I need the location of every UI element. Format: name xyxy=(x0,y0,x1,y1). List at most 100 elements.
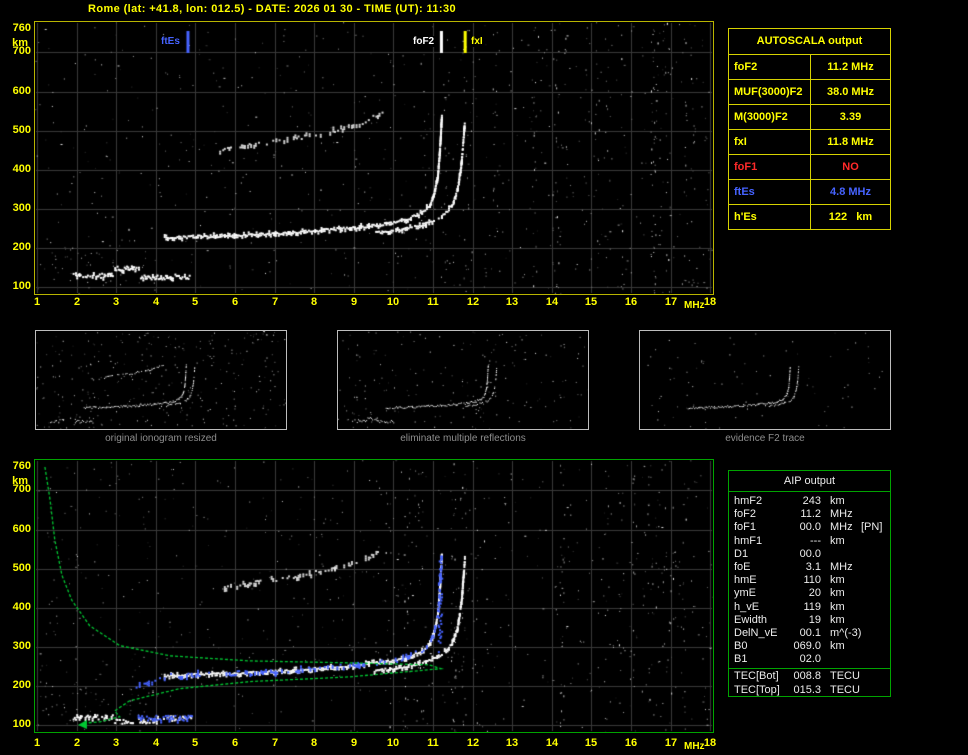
thumbnail-canvas xyxy=(36,331,286,429)
y-tick-label: 100 xyxy=(12,280,31,292)
aip-param-unit: MHz xyxy=(830,560,853,573)
y-tick-label: 600 xyxy=(12,523,31,535)
x-tick-label: 18 xyxy=(703,737,717,749)
aip-param-value: 3.1 xyxy=(805,560,821,573)
param-value: 11.2 MHz xyxy=(827,61,874,73)
thumbnail-canvas xyxy=(338,331,588,429)
thumbnail-canvas xyxy=(640,331,890,429)
thumbnail-caption: evidence F2 trace xyxy=(725,433,805,444)
aip-param-extra xyxy=(861,640,890,653)
param-label: ftEs xyxy=(729,180,811,204)
aip-panel-title: AIP output xyxy=(729,471,890,492)
aip-param-unit: km xyxy=(830,600,845,613)
aip-param-value: 00.0 xyxy=(799,521,821,534)
aip-param-label: hmF1 xyxy=(734,534,763,547)
param-value: 122 km xyxy=(828,211,873,223)
aip-row-tec-top: TEC[Top] 015.3 TECU xyxy=(729,684,890,697)
aip-row-b1: B1 02.0 xyxy=(729,653,890,666)
x-tick-label: 12 xyxy=(466,296,480,308)
x-tick-label: 11 xyxy=(427,296,439,308)
y-tick-label: 700 xyxy=(12,45,31,57)
aip-param-label: TEC[Bot] xyxy=(734,670,779,683)
x-tick-label: 12 xyxy=(466,737,480,749)
param-value: NO xyxy=(842,161,859,173)
y-tick-label: 300 xyxy=(12,202,31,214)
aip-parameter-list: hmF2 243 km foF2 11.2 MHz foF1 00.0 MHz [PN] hm… xyxy=(729,492,890,666)
aip-param-extra xyxy=(861,653,890,666)
x-tick-label: 7 xyxy=(271,296,279,308)
aip-row-d1: D1 00.0 xyxy=(729,548,890,561)
aip-param-unit xyxy=(821,653,861,666)
param-label: foF2 xyxy=(729,55,811,79)
aip-row-ewidth: Ewidth 19 km xyxy=(729,614,890,627)
x-tick-label: 14 xyxy=(545,737,559,749)
aip-param-label: Ewidth xyxy=(734,613,768,626)
aip-param-unit: km xyxy=(830,587,845,600)
aip-row-hme: hmE 110 km xyxy=(729,574,890,587)
aip-param-label: hmE xyxy=(734,574,757,587)
aip-param-unit: m^(-3) xyxy=(830,626,862,639)
aip-param-extra xyxy=(861,614,890,627)
param-label: foF1 xyxy=(729,155,811,179)
autoscala-row-hes: h'Es 122 km xyxy=(729,204,890,229)
x-tick-label: 16 xyxy=(624,737,638,749)
aip-param-value: 119 xyxy=(803,600,821,613)
aip-param-unit: TECU xyxy=(830,683,860,696)
bottom-restored-ionogram-plot xyxy=(34,459,714,733)
aip-param-extra xyxy=(861,601,890,614)
aip-param-label: B0 xyxy=(734,640,748,653)
aip-param-value: 11.2 xyxy=(800,508,821,521)
autoscala-row-fof2: foF2 11.2 MHz xyxy=(729,54,890,79)
autoscala-app-window: Rome (lat: +41.8, lon: 012.5) - DATE: 20… xyxy=(0,0,968,755)
aip-param-unit xyxy=(821,548,861,561)
aip-param-value: 02.0 xyxy=(799,653,821,666)
aip-param-extra xyxy=(861,587,890,600)
x-tick-label: 18 xyxy=(703,296,717,308)
autoscala-output-panel: AUTOSCALA output foF2 11.2 MHz MUF(3000)… xyxy=(728,28,891,230)
thumbnail-caption: original ionogram resized xyxy=(105,433,217,444)
aip-param-unit: TECU xyxy=(830,670,860,683)
aip-param-extra xyxy=(861,495,890,508)
aip-output-panel: AIP output hmF2 243 km foF2 11.2 MHz foF1 00.… xyxy=(728,470,891,697)
aip-param-extra xyxy=(861,535,890,548)
y-tick-label: 500 xyxy=(12,562,31,574)
aip-param-value: 008.8 xyxy=(793,670,821,683)
aip-param-value: 015.3 xyxy=(793,683,821,696)
x-tick-label: 3 xyxy=(112,737,120,749)
x-tick-label: 15 xyxy=(584,296,598,308)
aip-row-foe: foE 3.1 MHz xyxy=(729,561,890,574)
y-tick-label: 760 xyxy=(12,460,31,472)
y-tick-label: 200 xyxy=(12,241,31,253)
thumbnail-original-ionogram xyxy=(35,330,287,430)
aip-param-extra xyxy=(861,561,890,574)
x-tick-label: 6 xyxy=(231,296,239,308)
autoscala-panel-title: AUTOSCALA output xyxy=(756,35,863,47)
aip-row-fof1: foF1 00.0 MHz [PN] xyxy=(729,521,890,534)
x-tick-label: 1 xyxy=(33,737,41,749)
ftes-marker-label: ftEs xyxy=(160,36,181,47)
y-tick-label: 600 xyxy=(12,85,31,97)
aip-param-label: foF2 xyxy=(734,508,757,521)
fxi-marker-label: fxI xyxy=(470,36,484,47)
aip-param-value: 00.0 xyxy=(799,547,821,560)
aip-param-value: 19 xyxy=(808,613,821,626)
x-tick-label: 17 xyxy=(664,737,678,749)
x-tick-label: 11 xyxy=(427,737,439,749)
param-value: 4.8 MHz xyxy=(830,186,871,198)
x-tick-label: 6 xyxy=(231,737,239,749)
x-tick-label: 16 xyxy=(624,296,638,308)
param-label: MUF(3000)F2 xyxy=(729,80,811,104)
y-tick-label: 500 xyxy=(12,124,31,136)
x-tick-label: 9 xyxy=(350,737,358,749)
param-value: 11.8 MHz xyxy=(827,136,874,148)
aip-row-tec-bot: TEC[Bot] 008.8 TECU xyxy=(729,670,890,683)
x-tick-label: 10 xyxy=(386,296,400,308)
y-tick-label: 100 xyxy=(12,718,31,730)
x-tick-label: 15 xyxy=(584,737,598,749)
y-tick-label: 400 xyxy=(12,601,31,613)
x-tick-label: 4 xyxy=(152,296,160,308)
aip-param-value: 110 xyxy=(803,574,821,587)
aip-param-label: TEC[Top] xyxy=(734,683,780,696)
autoscala-row-ftes: ftEs 4.8 MHz xyxy=(729,179,890,204)
aip-param-label: foE xyxy=(734,560,751,573)
